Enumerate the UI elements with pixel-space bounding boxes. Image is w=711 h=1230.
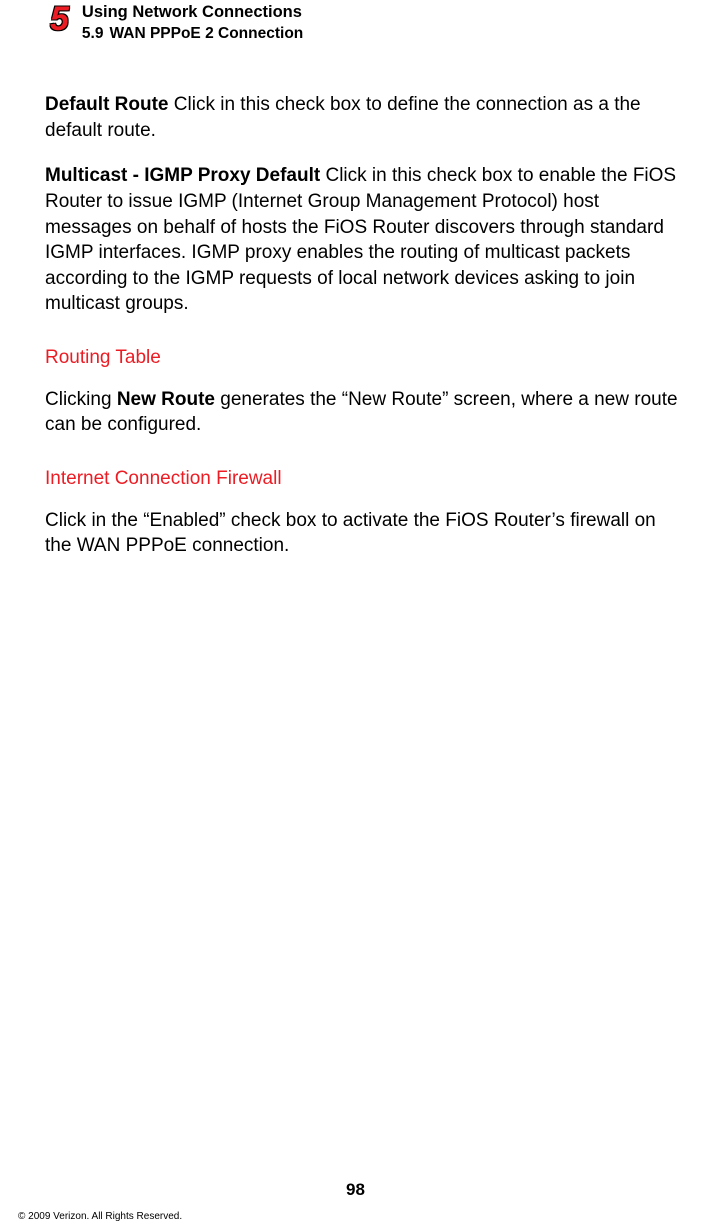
copyright: © 2009 Verizon. All Rights Reserved. — [18, 1211, 182, 1222]
section-title: WAN PPPoE 2 Connection — [109, 25, 303, 42]
heading-routing-table: Routing Table — [45, 345, 686, 371]
term-default-route: Default Route — [45, 94, 169, 115]
text-multicast: Click in this check box to enable the Fi… — [45, 165, 676, 314]
text-routing-pre: Clicking — [45, 389, 117, 410]
header-titles: Using Network Connections 5.9 WAN PPPoE 2… — [82, 0, 303, 43]
paragraph-routing-table: Clicking New Route generates the “New Ro… — [45, 387, 686, 438]
term-multicast: Multicast - IGMP Proxy Default — [45, 165, 320, 186]
section-line: 5.9 WAN PPPoE 2 Connection — [82, 24, 303, 43]
chapter-number: 5 — [50, 0, 82, 36]
paragraph-default-route: Default Route Click in this check box to… — [45, 92, 686, 143]
chapter-title: Using Network Connections — [82, 2, 303, 23]
term-new-route: New Route — [117, 389, 215, 410]
page-header: 5 Using Network Connections 5.9 WAN PPPoE… — [50, 0, 691, 43]
page-number: 98 — [0, 1180, 711, 1200]
paragraph-firewall: Click in the “Enabled” check box to acti… — [45, 508, 686, 559]
section-number: 5.9 — [82, 25, 104, 42]
content: Default Route Click in this check box to… — [45, 92, 686, 579]
text-firewall: Click in the “Enabled” check box to acti… — [45, 510, 656, 557]
paragraph-multicast: Multicast - IGMP Proxy Default Click in … — [45, 163, 686, 317]
heading-firewall: Internet Connection Firewall — [45, 466, 686, 492]
page: 5 Using Network Connections 5.9 WAN PPPoE… — [0, 0, 711, 1230]
